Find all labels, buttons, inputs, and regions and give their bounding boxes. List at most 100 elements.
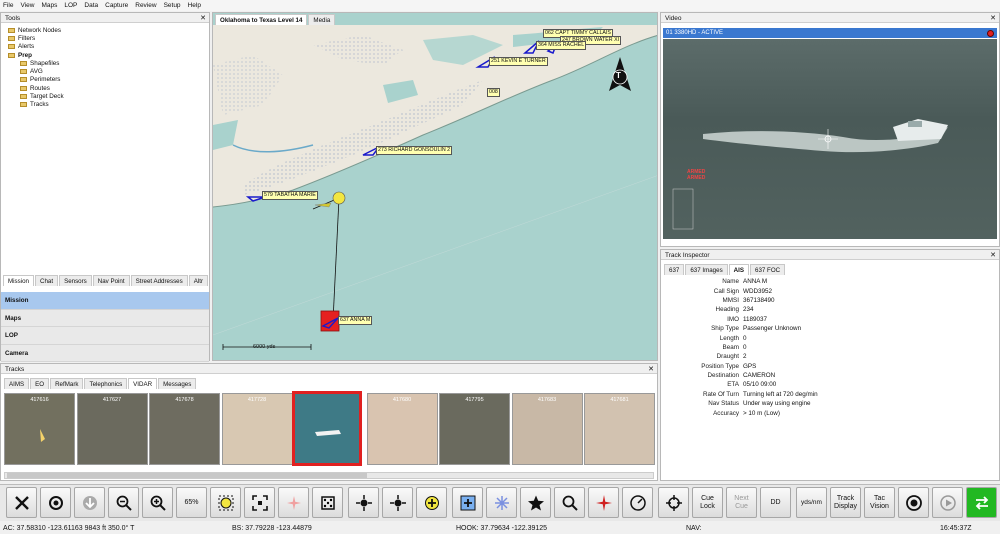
- next-cue-button[interactable]: Next Cue: [726, 487, 757, 518]
- tree-item[interactable]: Filters: [4, 34, 204, 42]
- map-label-vessel[interactable]: 273 RICHARD GONSOULIN 2: [376, 146, 453, 155]
- frame-select-button[interactable]: [244, 487, 275, 518]
- tab-tool[interactable]: Chat: [34, 275, 59, 286]
- ais-row: ETA 05/10 09:00: [661, 380, 820, 389]
- star-button[interactable]: [520, 487, 551, 518]
- zoom-in-button[interactable]: [142, 487, 173, 518]
- tab-track-images[interactable]: 637 Images: [685, 264, 728, 275]
- tab-tool[interactable]: Sensors: [59, 275, 92, 286]
- swap-arrows-button[interactable]: [966, 487, 997, 518]
- units-button[interactable]: yds/nm: [796, 487, 827, 518]
- tab-foc[interactable]: 637 FOC: [750, 264, 786, 275]
- track-display-button[interactable]: Track Display: [830, 487, 861, 518]
- tab-tracks[interactable]: Telephonics: [84, 378, 128, 389]
- map-label-vessel[interactable]: 251 KEVIN E TURNER: [489, 57, 548, 66]
- tree-item[interactable]: AVG: [4, 67, 204, 75]
- tree-item[interactable]: Shapefiles: [4, 59, 204, 67]
- tab-track[interactable]: 637: [664, 264, 685, 275]
- menu-item[interactable]: View: [20, 2, 34, 9]
- status-time: 16:45:37Z: [940, 524, 972, 532]
- ais-key: Name: [722, 278, 739, 286]
- crosshair-alt-button[interactable]: [382, 487, 413, 518]
- search-button[interactable]: [554, 487, 585, 518]
- ais-table: Name ANNA M Call Sign WDD3952 MMSI 367138490 H…: [661, 277, 820, 418]
- highlight-button[interactable]: [210, 487, 241, 518]
- video-frame[interactable]: ARMED ARMED: [663, 39, 997, 239]
- section-header[interactable]: Camera: [1, 344, 209, 362]
- crosshair-button[interactable]: [348, 487, 379, 518]
- thumbnail[interactable]: 417728: [221, 393, 293, 465]
- ais-value: Passenger Unknown: [743, 325, 802, 333]
- thumbnail[interactable]: 417678: [149, 393, 220, 465]
- tab-tool[interactable]: Nav Point: [92, 275, 130, 286]
- tab-ais[interactable]: AIS: [728, 264, 749, 275]
- tree-item[interactable]: Prep: [4, 51, 204, 59]
- tree-item[interactable]: Tracks: [4, 101, 204, 109]
- zoom-out-button[interactable]: [108, 487, 139, 518]
- tab-tracks[interactable]: Messages: [158, 378, 197, 389]
- menu-item[interactable]: Maps: [41, 2, 57, 9]
- tab-map-view[interactable]: Oklahoma to Texas Level 14: [215, 14, 308, 25]
- record-icon[interactable]: [987, 29, 994, 37]
- tree-item[interactable]: Perimeters: [4, 76, 204, 84]
- tab-tool[interactable]: Street Addresses: [130, 275, 188, 286]
- cue-lock-button[interactable]: Cue Lock: [692, 487, 723, 518]
- tab-media[interactable]: Media: [308, 14, 336, 25]
- record-target-button[interactable]: [898, 487, 929, 518]
- play-button[interactable]: [932, 487, 963, 518]
- thumbnail[interactable]: 417680: [366, 393, 438, 465]
- tree-item[interactable]: Target Deck: [4, 92, 204, 100]
- gauge-button[interactable]: [622, 487, 653, 518]
- close-icon[interactable]: ✕: [990, 251, 996, 259]
- tree-item-label: Tracks: [30, 101, 49, 109]
- center-target-button[interactable]: [40, 487, 71, 518]
- tools-panel: Tools ✕ Network Nodes Filters Alerts Prep Sha…: [0, 12, 210, 362]
- menu-item[interactable]: Help: [188, 2, 201, 9]
- tab-tracks[interactable]: RefMark: [50, 378, 84, 389]
- menu-item[interactable]: Review: [135, 2, 156, 9]
- tac-vision-button[interactable]: Tac Vision: [864, 487, 895, 518]
- tab-tool[interactable]: Mission: [3, 275, 34, 286]
- close-icon[interactable]: ✕: [990, 14, 996, 22]
- thumbnail[interactable]: 417795: [439, 393, 510, 465]
- menu-item[interactable]: File: [3, 2, 13, 9]
- close-icon[interactable]: ✕: [200, 14, 206, 22]
- dice-button[interactable]: [312, 487, 343, 518]
- compass-rose-button[interactable]: [278, 487, 309, 518]
- menu-item[interactable]: Data: [84, 2, 98, 9]
- thumbnail[interactable]: 417627: [76, 393, 148, 465]
- thumbnail[interactable]: 417683: [511, 393, 583, 465]
- tab-tool[interactable]: Altr: [188, 275, 208, 286]
- map-label-vessel[interactable]: 008: [487, 88, 500, 97]
- map-label-vessel[interactable]: 579 TABATHA MARIE: [262, 191, 318, 200]
- compass-red-button[interactable]: [588, 487, 619, 518]
- ais-key: Position Type: [701, 362, 739, 370]
- close-icon[interactable]: ✕: [648, 365, 654, 373]
- menu-item[interactable]: LOP: [64, 2, 77, 9]
- tree-item[interactable]: Alerts: [4, 43, 204, 51]
- add-marker-button[interactable]: [452, 487, 483, 518]
- thumbnail[interactable]: 417616: [4, 393, 75, 465]
- map-label-vessel[interactable]: 364 MISS RACHEL: [536, 41, 587, 50]
- tree-item[interactable]: Network Nodes: [4, 26, 204, 34]
- thumbnail[interactable]: 417681: [584, 393, 655, 465]
- menu-item[interactable]: Setup: [164, 2, 181, 9]
- dd-button[interactable]: DD: [760, 487, 791, 518]
- tools-button[interactable]: [6, 487, 37, 518]
- download-button[interactable]: [74, 487, 105, 518]
- menu-item[interactable]: Capture: [105, 2, 128, 9]
- thumbnail[interactable]: [292, 391, 362, 466]
- tab-tracks[interactable]: AIMS: [4, 378, 30, 389]
- thumbnail-scrollbar[interactable]: [4, 472, 654, 479]
- asterisk-button[interactable]: [486, 487, 517, 518]
- tab-tracks[interactable]: EO: [30, 378, 50, 389]
- zoom-level-button[interactable]: 65%: [176, 487, 207, 518]
- tab-tracks[interactable]: VIDAR: [128, 378, 158, 389]
- section-header[interactable]: LOP: [1, 327, 209, 345]
- target-button[interactable]: [658, 487, 689, 518]
- add-point-button[interactable]: [416, 487, 447, 518]
- map-label-selected-vessel[interactable]: 637 ANNA M: [338, 316, 373, 325]
- section-header[interactable]: Maps: [1, 309, 209, 327]
- tree-item[interactable]: Routes: [4, 84, 204, 92]
- section-header[interactable]: Mission: [1, 292, 209, 310]
